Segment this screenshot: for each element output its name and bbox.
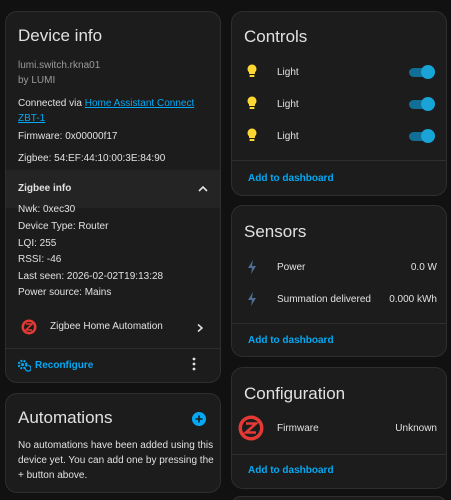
config-row[interactable]: Firmware Unknown xyxy=(232,414,446,442)
chevron-right-icon xyxy=(197,323,204,333)
more-options-icon[interactable] xyxy=(191,357,197,371)
control-label: Light xyxy=(277,131,299,142)
control-label: Light xyxy=(277,99,299,110)
connected-via: Connected via Home Assistant Connect ZBT… xyxy=(18,96,208,126)
lightbulb-icon xyxy=(247,64,257,77)
device-info-title: Device info xyxy=(18,26,103,45)
reconfigure-label: Reconfigure xyxy=(35,360,94,371)
device-model: lumi.switch.rkna01 xyxy=(18,60,101,71)
flash-icon xyxy=(248,260,256,274)
configuration-card: Configuration Firmware Unknown Add to da… xyxy=(231,367,447,489)
device-info-card: Device info lumi.switch.rkna01 by LUMI C… xyxy=(5,11,221,383)
zha-logo-icon xyxy=(21,319,37,335)
connected-via-label: Connected via xyxy=(18,98,85,109)
automations-card: Automations No automations have been add… xyxy=(5,393,221,493)
power-source-text: Power source: Mains xyxy=(18,287,112,298)
sensor-label: Summation delivered xyxy=(277,294,371,305)
configuration-title: Configuration xyxy=(244,384,346,403)
config-value: Unknown xyxy=(395,423,437,434)
add-automation-icon[interactable] xyxy=(192,412,206,426)
controls-title: Controls xyxy=(244,27,308,46)
controls-divider xyxy=(232,160,446,161)
sensors-divider xyxy=(232,323,446,324)
flash-icon xyxy=(248,292,256,306)
lightbulb-icon xyxy=(247,96,257,109)
integration-label: Zigbee Home Automation xyxy=(50,321,163,332)
control-row: Light xyxy=(232,124,446,148)
sensors-card: Sensors Power 0.0 W Summation delivered … xyxy=(231,205,447,357)
chevron-up-icon xyxy=(198,185,208,192)
device-manufacturer: by LUMI xyxy=(18,75,56,86)
sensor-value: 0.0 W xyxy=(410,262,437,273)
light-toggle[interactable] xyxy=(409,97,435,111)
configuration-add-to-dashboard[interactable]: Add to dashboard xyxy=(248,465,334,476)
firmware-text: Firmware: 0x00000f17 xyxy=(18,131,118,142)
automations-empty-text: No automations have been added using thi… xyxy=(18,440,214,481)
toggle-knob xyxy=(421,129,435,143)
controls-add-to-dashboard[interactable]: Add to dashboard xyxy=(248,173,334,184)
nwk-text: Nwk: 0xec30 xyxy=(18,204,76,215)
sensors-add-to-dashboard[interactable]: Add to dashboard xyxy=(248,335,334,346)
light-toggle[interactable] xyxy=(409,129,435,143)
sensor-label: Power xyxy=(277,262,306,273)
control-row: Light xyxy=(232,92,446,116)
config-label: Firmware xyxy=(277,423,319,434)
sensors-title: Sensors xyxy=(244,222,307,241)
toggle-knob xyxy=(421,97,435,111)
sensor-value: 0.000 kWh xyxy=(389,294,437,305)
device-info-divider xyxy=(6,348,220,349)
lightbulb-icon xyxy=(247,128,257,141)
zigbee-info-header[interactable]: Zigbee info xyxy=(6,170,220,208)
reconfigure-button[interactable]: Reconfigure xyxy=(16,354,126,378)
device-type-text: Device Type: Router xyxy=(18,221,109,232)
zigbee-address: Zigbee: 54:EF:44:10:00:3E:84:90 xyxy=(18,153,166,164)
control-label: Light xyxy=(277,67,299,78)
automations-title: Automations xyxy=(18,408,113,427)
light-toggle[interactable] xyxy=(409,65,435,79)
zha-logo-icon xyxy=(238,415,264,441)
integration-row[interactable]: Zigbee Home Automation xyxy=(6,314,220,340)
control-row: Light xyxy=(232,60,446,84)
configuration-divider xyxy=(232,454,446,455)
rssi-text: RSSI: -46 xyxy=(18,254,62,265)
toggle-knob xyxy=(421,65,435,79)
controls-card: Controls Light Light Light Add to dashbo… xyxy=(231,11,447,196)
gear-refresh-icon xyxy=(17,359,31,372)
last-seen-text: Last seen: 2026-02-02T19:13:28 xyxy=(18,271,164,282)
lqi-text: LQI: 255 xyxy=(18,238,57,249)
zigbee-info-title: Zigbee info xyxy=(18,183,72,194)
sensor-row[interactable]: Power 0.0 W xyxy=(232,256,446,278)
sensor-row[interactable]: Summation delivered 0.000 kWh xyxy=(232,288,446,310)
next-card-partial xyxy=(231,496,447,500)
